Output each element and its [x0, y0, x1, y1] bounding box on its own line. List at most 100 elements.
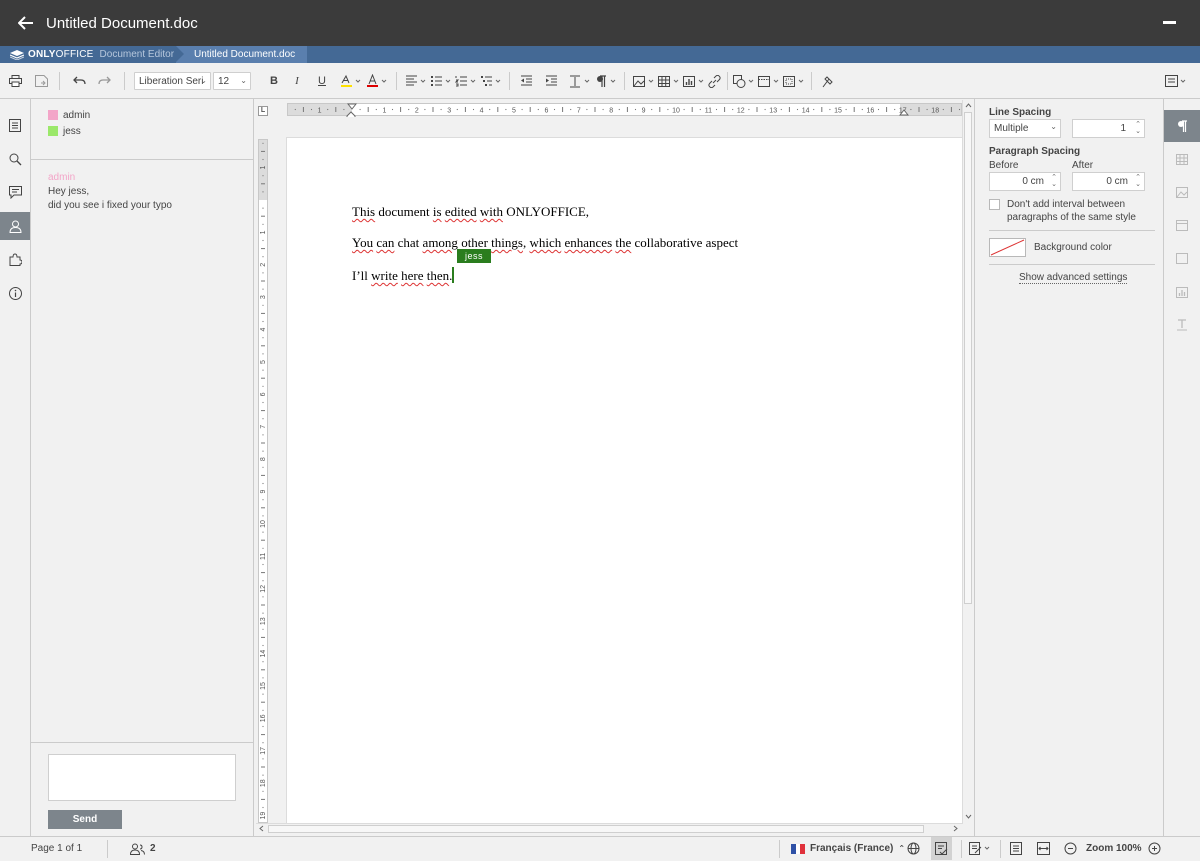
paragraph[interactable]: You can chat among other things, which e… [352, 235, 738, 251]
bold-button[interactable]: B [268, 72, 280, 90]
redo-icon[interactable] [97, 72, 111, 90]
horizontal-scrollbar[interactable] [256, 823, 962, 834]
view-settings-icon[interactable] [1165, 72, 1187, 90]
decrease-indent-icon[interactable] [519, 72, 533, 90]
zoom-out-icon[interactable] [1064, 837, 1077, 860]
underline-button[interactable]: U [316, 72, 328, 90]
scroll-right-icon[interactable] [952, 824, 960, 833]
table-icon[interactable] [658, 72, 680, 90]
chat-message-input[interactable] [48, 754, 236, 801]
undo-icon[interactable] [72, 72, 86, 90]
align-left-icon[interactable] [405, 72, 427, 90]
image-settings-tab[interactable] [1164, 176, 1200, 208]
paragraph[interactable]: I’ll write here then. [352, 267, 455, 284]
about-info-icon[interactable] [0, 279, 30, 307]
font-color-button[interactable] [366, 72, 388, 90]
image-icon[interactable] [633, 72, 655, 90]
ruler-tick [683, 108, 685, 111]
page-counter[interactable]: Page 1 of 1 [31, 837, 82, 860]
ruler-tick [262, 758, 264, 760]
line-spacing-value-input[interactable]: 1 ⌃ ⌄ [1072, 119, 1145, 138]
numbering-icon[interactable] [455, 72, 477, 90]
italic-button[interactable]: I [291, 72, 303, 90]
spinner-arrows-icon[interactable]: ⌃ ⌄ [1051, 174, 1057, 188]
show-advanced-settings-link[interactable]: Show advanced settings [1019, 272, 1128, 284]
plugins-icon[interactable] [0, 245, 30, 273]
zoom-level[interactable]: Zoom 100% [1086, 837, 1142, 860]
background-color-picker[interactable] [989, 238, 1026, 257]
scroll-left-icon[interactable] [257, 824, 265, 833]
spinner-arrows-icon[interactable]: ⌃ ⌄ [1135, 174, 1141, 188]
scrollbar-thumb[interactable] [268, 825, 924, 833]
chart-settings-tab[interactable] [1164, 276, 1200, 308]
line-spacing-icon[interactable] [569, 72, 591, 90]
highlight-icon[interactable] [340, 72, 362, 90]
minimize-button[interactable] [1163, 21, 1176, 24]
font-size-select[interactable]: 12 ⌄ [213, 72, 251, 90]
font-name-select[interactable]: Liberation Seri ⌄ [134, 72, 211, 90]
scrollbar-thumb[interactable] [964, 112, 972, 604]
table-settings-tab[interactable] [1164, 143, 1200, 175]
scroll-down-icon[interactable] [964, 813, 973, 821]
chat-user: admin [48, 107, 253, 123]
right-indent-marker[interactable] [899, 105, 909, 117]
france-flag-icon [791, 843, 806, 854]
ruler-tick [894, 108, 896, 111]
shape-settings-tab[interactable] [1164, 242, 1200, 274]
paragraph[interactable]: This document is edited with ONLYOFFICE, [352, 204, 589, 220]
spell-language-icon[interactable] [907, 837, 920, 860]
fit-page-icon[interactable] [1010, 837, 1022, 860]
paragraph-settings-tab[interactable] [1164, 110, 1200, 142]
language-selector[interactable]: Français (France) ⌃ [791, 837, 905, 860]
vertical-ruler[interactable]: 1 1 2 3 4 5 6 7 8 9 10 11 12 13 14 15 16 17 18 19 [258, 139, 268, 823]
fit-width-icon[interactable] [1037, 837, 1050, 860]
header-footer-settings-tab[interactable] [1164, 209, 1200, 241]
spacing-before-input[interactable]: 0 cm ⌃ ⌄ [989, 172, 1061, 191]
spellcheck-toggle[interactable] [931, 837, 952, 860]
onlyoffice-logo[interactable]: ONLY OFFICE [10, 49, 94, 60]
chat-icon[interactable] [0, 212, 30, 240]
print-icon[interactable] [8, 72, 22, 90]
misspelled-word: other [461, 235, 488, 250]
multilevel-icon[interactable] [480, 72, 502, 90]
document-tab[interactable]: Untitled Document.doc [176, 46, 308, 63]
shape-icon[interactable] [733, 72, 755, 90]
send-button[interactable]: Send [48, 810, 122, 829]
bullets-icon[interactable] [430, 72, 452, 90]
zoom-in-icon[interactable] [1148, 837, 1161, 860]
scroll-up-icon[interactable] [964, 101, 973, 109]
spinner-arrows-icon[interactable]: ⌃ ⌄ [1135, 121, 1141, 135]
search-icon[interactable] [0, 145, 30, 173]
ruler-label: 1 [318, 108, 322, 115]
ruler-tick [845, 108, 847, 111]
copy-style-icon[interactable] [820, 72, 834, 90]
back-arrow-icon[interactable] [14, 11, 38, 35]
chat-panel: admin jess admin Hey jess, did you see i… [31, 99, 254, 836]
users-indicator[interactable]: 2 [130, 837, 156, 860]
product-name: Document Editor [99, 49, 175, 60]
header-footer-icon[interactable] [758, 72, 780, 90]
file-menu-icon[interactable] [0, 111, 30, 139]
ruler-tick [262, 790, 264, 792]
comments-icon[interactable] [0, 178, 30, 206]
nonprinting-icon[interactable] [595, 72, 617, 90]
document-canvas[interactable]: This document is edited with ONLYOFFICE,… [268, 117, 962, 823]
vertical-scrollbar[interactable] [962, 100, 973, 823]
no-interval-checkbox[interactable] [989, 199, 1000, 210]
track-changes-button[interactable] [969, 837, 991, 860]
horizontal-ruler[interactable]: 1123456789101112131415161718 [287, 103, 962, 116]
page-margins-icon[interactable] [783, 72, 805, 90]
increase-indent-icon[interactable] [544, 72, 558, 90]
save-icon[interactable] [34, 72, 48, 90]
ruler-label: 18 [260, 779, 267, 787]
ruler-tick [472, 108, 475, 111]
chart-icon[interactable] [683, 72, 705, 90]
language-label: Français (France) [810, 843, 894, 854]
tab-stop-selector[interactable]: L [258, 106, 268, 116]
link-icon[interactable] [707, 72, 721, 90]
document-page[interactable]: This document is edited with ONLYOFFICE,… [287, 138, 962, 823]
textart-settings-tab[interactable] [1164, 309, 1200, 341]
line-spacing-type-select[interactable]: Multiple ⌄ [989, 119, 1061, 138]
user-color-swatch [48, 110, 58, 120]
spacing-after-input[interactable]: 0 cm ⌃ ⌄ [1072, 172, 1145, 191]
